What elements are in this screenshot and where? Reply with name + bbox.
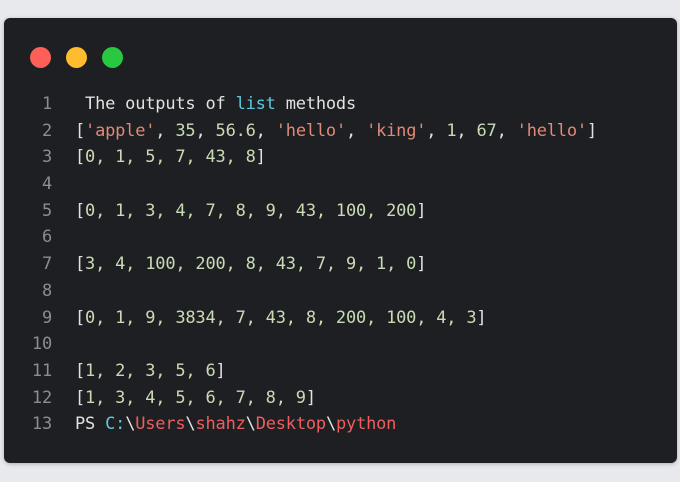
code-token: 0, 1, 5, 7, 43, 8: [85, 147, 256, 168]
line-number: 7: [41, 254, 52, 275]
code-line: 13 PS C:\Users\shahz\Desktop\python: [4, 411, 677, 438]
close-button[interactable]: [30, 47, 51, 68]
line-number: 5: [41, 200, 52, 221]
code-token: ,: [496, 120, 517, 141]
code-token: ]: [416, 254, 427, 275]
line-content: [0, 1, 3, 4, 7, 8, 9, 43, 100, 200]: [75, 198, 426, 225]
code-token: [: [75, 147, 86, 168]
code-token: \: [325, 414, 336, 435]
line-content: ['apple', 35, 56.6, 'hello', 'king', 1, …: [75, 118, 597, 145]
code-token: 'hello': [275, 120, 346, 141]
code-line: 2 ['apple', 35, 56.6, 'hello', 'king', 1,…: [4, 118, 677, 145]
code-token: 67: [476, 120, 497, 141]
line-content: [0, 1, 9, 3834, 7, 43, 8, 200, 100, 4, 3…: [75, 305, 487, 332]
line-number: 13: [31, 414, 52, 435]
line-number: 6: [41, 227, 52, 248]
code-token: 'hello': [516, 120, 587, 141]
line-number: 4: [41, 174, 52, 195]
code-token: 'apple': [85, 120, 156, 141]
code-token: [: [75, 120, 86, 141]
code-token: 0, 1, 3, 4, 7, 8, 9, 43, 100, 200: [85, 200, 417, 221]
code-token: ,: [155, 120, 176, 141]
code-token: 3, 4, 100, 200, 8, 43, 7, 9, 1, 0: [85, 254, 417, 275]
code-token: 'king': [366, 120, 427, 141]
line-number: 2: [41, 120, 52, 141]
code-token: list: [235, 94, 276, 114]
code-line: 3 [0, 1, 5, 7, 43, 8]: [4, 144, 677, 171]
line-number: 1: [41, 94, 52, 114]
code-token: [: [75, 360, 86, 381]
line-number: 10: [31, 334, 52, 355]
code-token: shahz: [195, 414, 246, 435]
code-token: 1: [446, 120, 457, 141]
line-number: 12: [31, 387, 52, 408]
code-token: ,: [426, 120, 447, 141]
code-token: [: [75, 307, 86, 328]
line-number: 11: [31, 360, 52, 381]
code-token: python: [336, 414, 397, 435]
code-line: 7 [3, 4, 100, 200, 8, 43, 7, 9, 1, 0]: [4, 251, 677, 278]
window-controls: [30, 47, 123, 68]
code-token: ]: [586, 120, 597, 141]
code-line: 11 [1, 2, 3, 5, 6]: [4, 358, 677, 385]
code-token: \: [245, 414, 256, 435]
code-token: \: [125, 414, 136, 435]
line-content: [1, 2, 3, 5, 6]: [75, 358, 226, 385]
code-output: 1 The outputs of list methods 2 ['apple', …: [4, 91, 677, 438]
code-token: ]: [476, 307, 487, 328]
code-line: 9 [0, 1, 9, 3834, 7, 43, 8, 200, 100, 4, …: [4, 305, 677, 332]
code-token: methods: [275, 94, 356, 114]
minimize-button[interactable]: [66, 47, 87, 68]
code-token: [: [75, 200, 86, 221]
code-token: [: [75, 254, 86, 275]
maximize-button[interactable]: [102, 47, 123, 68]
code-line: 10: [4, 331, 677, 358]
code-token: The outputs of: [75, 94, 236, 114]
code-token: \: [185, 414, 196, 435]
code-line: 12 [1, 3, 4, 5, 6, 7, 8, 9]: [4, 385, 677, 412]
code-line: 1 The outputs of list methods: [4, 91, 677, 118]
code-token: C:: [105, 414, 126, 435]
line-number: 9: [41, 307, 52, 328]
code-line: 5 [0, 1, 3, 4, 7, 8, 9, 43, 100, 200]: [4, 198, 677, 225]
code-token: ]: [305, 387, 316, 408]
code-token: PS: [75, 414, 106, 435]
code-token: ,: [346, 120, 367, 141]
code-token: ,: [255, 120, 276, 141]
line-number: 8: [41, 280, 52, 301]
code-line: 6: [4, 224, 677, 251]
line-content: The outputs of list methods: [75, 91, 356, 118]
line-content: [0, 1, 5, 7, 43, 8]: [75, 144, 266, 171]
line-content: [3, 4, 100, 200, 8, 43, 7, 9, 1, 0]: [75, 251, 426, 278]
code-token: 1, 3, 4, 5, 6, 7, 8, 9: [85, 387, 306, 408]
code-token: ]: [416, 200, 427, 221]
line-number: 3: [41, 147, 52, 168]
code-line: 4: [4, 171, 677, 198]
code-token: ,: [456, 120, 477, 141]
line-content: PS C:\Users\shahz\Desktop\python: [75, 411, 396, 438]
code-token: ]: [215, 360, 226, 381]
code-token: ]: [255, 147, 266, 168]
code-token: 0, 1, 9, 3834, 7, 43, 8, 200, 100, 4, 3: [85, 307, 477, 328]
terminal-window: 1 The outputs of list methods 2 ['apple', …: [4, 18, 677, 463]
code-token: Desktop: [255, 414, 326, 435]
code-token: 35: [175, 120, 196, 141]
code-token: 56.6: [215, 120, 256, 141]
code-line: 8: [4, 278, 677, 305]
code-token: Users: [135, 414, 186, 435]
code-token: 1, 2, 3, 5, 6: [85, 360, 216, 381]
code-token: ,: [195, 120, 216, 141]
line-content: [1, 3, 4, 5, 6, 7, 8, 9]: [75, 385, 316, 412]
code-token: [: [75, 387, 86, 408]
